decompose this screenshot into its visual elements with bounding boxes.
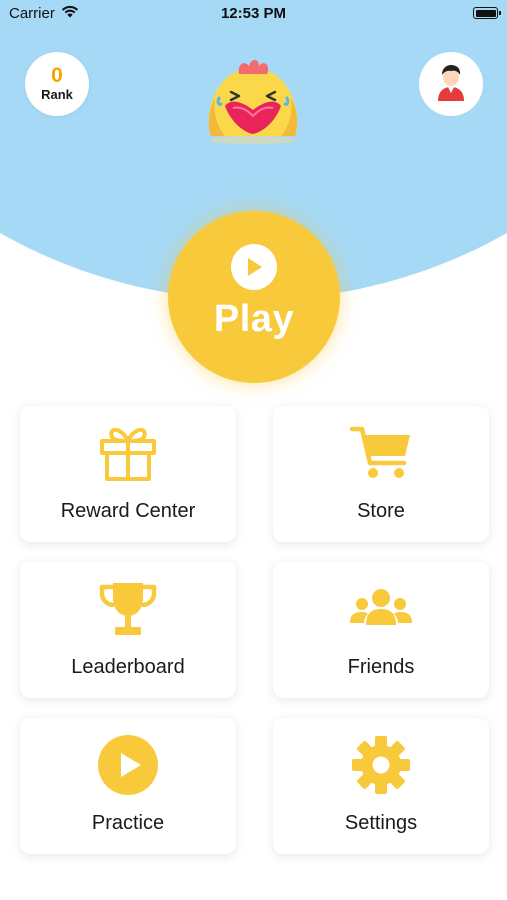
friends-icon [350, 578, 412, 640]
play-circle-icon [97, 734, 159, 796]
rank-badge[interactable]: 0 Rank [25, 52, 89, 116]
gift-icon [98, 422, 158, 484]
trophy-icon [98, 578, 158, 640]
settings-button[interactable]: Settings [273, 718, 489, 854]
play-button[interactable]: Play [168, 211, 340, 383]
rank-value: 0 [51, 64, 63, 87]
store-label: Store [357, 500, 405, 522]
cart-icon [350, 422, 412, 484]
settings-label: Settings [344, 812, 418, 834]
store-button[interactable]: Store [273, 406, 489, 542]
practice-button[interactable]: Practice [20, 718, 236, 854]
status-bar: Carrier 12:53 PM [0, 0, 507, 30]
friends-button[interactable]: Friends [273, 562, 489, 698]
user-avatar-icon [436, 63, 466, 106]
battery-icon [473, 7, 501, 19]
play-icon [231, 244, 277, 290]
status-time: 12:53 PM [220, 5, 287, 22]
reward-center-label: Reward Center [60, 500, 196, 522]
chick-mascot-icon [203, 58, 303, 144]
play-label: Play [213, 298, 295, 340]
main-menu-screen: Carrier 12:53 PM 0 Rank Play Reward Cent… [0, 0, 507, 900]
friends-label: Friends [347, 656, 415, 678]
profile-button[interactable] [419, 52, 483, 116]
reward-center-button[interactable]: Reward Center [20, 406, 236, 542]
leaderboard-label: Leaderboard [71, 656, 185, 678]
practice-label: Practice [91, 812, 165, 834]
rank-label: Rank [41, 87, 73, 102]
gear-icon [351, 734, 411, 796]
leaderboard-button[interactable]: Leaderboard [20, 562, 236, 698]
